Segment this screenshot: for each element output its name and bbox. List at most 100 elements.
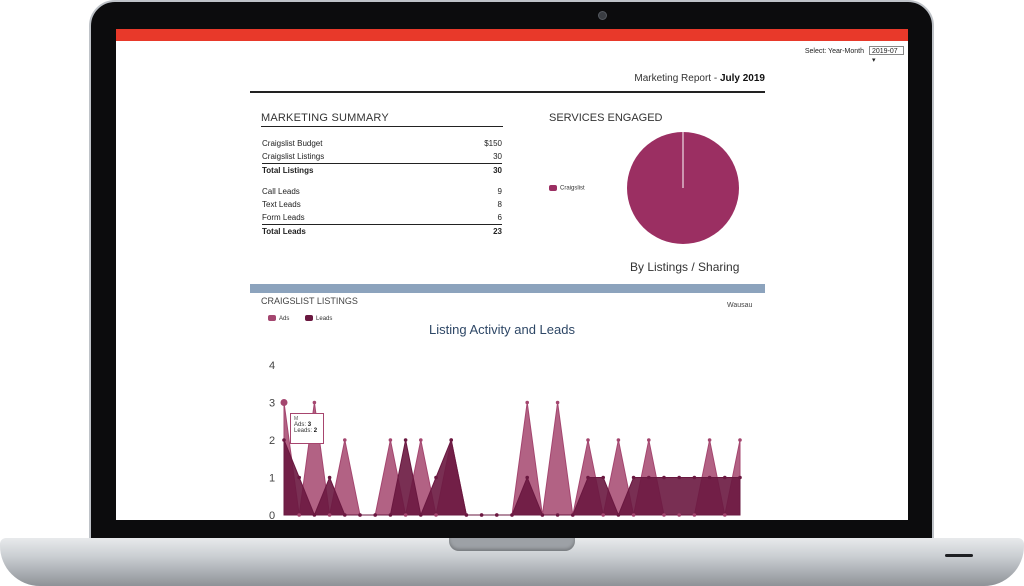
data-point-ads[interactable] — [647, 438, 651, 442]
data-point-ads[interactable] — [707, 438, 712, 442]
data-point-ads[interactable] — [586, 438, 590, 442]
pie-caption: By Listings / Sharing — [630, 260, 740, 274]
data-point-ads[interactable] — [692, 513, 697, 517]
summary-value: 6 — [497, 213, 502, 222]
summary-value: 23 — [493, 227, 502, 236]
data-point-ads[interactable] — [662, 513, 666, 517]
data-point-ads[interactable] — [723, 513, 727, 517]
summary-label: Call Leads — [262, 187, 300, 196]
data-point-leads[interactable] — [631, 475, 636, 480]
data-point-leads[interactable] — [586, 475, 590, 480]
chart-legend: Ads Leads — [268, 315, 346, 322]
summary-row-total-leads: Total Leads 23 — [262, 227, 502, 239]
data-point-ads[interactable] — [601, 513, 605, 517]
data-point-leads[interactable] — [723, 475, 727, 480]
summary-row-total-listings: Total Listings 30 — [262, 166, 502, 178]
data-point-ads[interactable] — [677, 513, 681, 517]
data-point-leads[interactable] — [282, 438, 286, 442]
data-point-ads[interactable] — [616, 438, 621, 442]
data-point-leads[interactable] — [464, 513, 469, 517]
summary-value: 9 — [497, 187, 502, 196]
data-point-leads[interactable] — [403, 438, 408, 442]
data-point-leads[interactable] — [662, 475, 666, 480]
legend-swatch — [268, 315, 276, 321]
data-point-leads[interactable] — [358, 513, 362, 517]
report-title: Marketing Report - July 2019 — [250, 73, 765, 84]
data-point-ads[interactable] — [525, 400, 529, 405]
data-point-leads[interactable] — [540, 513, 545, 517]
data-point-ads[interactable] — [419, 438, 423, 442]
data-point-leads[interactable] — [312, 513, 317, 517]
services-engaged-heading: SERVICES ENGAGED — [549, 112, 663, 124]
data-point-leads[interactable] — [571, 513, 575, 517]
data-point-leads[interactable] — [388, 513, 393, 517]
data-point-leads[interactable] — [510, 513, 514, 517]
legend-swatch — [305, 315, 314, 321]
year-month-select[interactable]: 2019-07 ▾ — [869, 46, 904, 64]
divider — [262, 163, 502, 164]
legend-swatch — [549, 185, 557, 191]
summary-row-call-leads: Call Leads 9 — [262, 187, 502, 199]
y-tick-label: 2 — [269, 435, 275, 447]
divider — [250, 91, 765, 93]
data-point-leads[interactable] — [449, 438, 453, 442]
y-tick-label: 4 — [269, 360, 275, 372]
y-tick-label: 1 — [269, 473, 275, 485]
data-point-leads[interactable] — [677, 475, 681, 480]
legend-label-leads: Leads — [316, 315, 333, 322]
summary-row-text-leads: Text Leads 8 — [262, 200, 502, 212]
data-point-leads[interactable] — [555, 513, 560, 517]
data-point-leads[interactable] — [373, 513, 377, 517]
data-point-leads[interactable] — [434, 475, 438, 480]
pie-legend[interactable]: Craigslist — [549, 185, 585, 192]
data-point-ads[interactable] — [343, 438, 347, 442]
data-point-leads[interactable] — [327, 475, 332, 480]
marketing-summary-heading: MARKETING SUMMARY — [261, 112, 389, 124]
divider — [262, 224, 502, 225]
data-point-leads[interactable] — [647, 475, 651, 480]
data-point-leads[interactable] — [692, 475, 697, 480]
legend-item-ads[interactable]: Ads — [268, 315, 289, 322]
legend-item-leads[interactable]: Leads — [305, 315, 333, 322]
data-point-ads[interactable] — [738, 438, 742, 442]
listing-activity-chart: 01234MTWTFSSMTWTFSSMTWTFSSMTWTFSSMTW — [269, 360, 742, 520]
data-point-leads[interactable] — [525, 475, 529, 480]
year-month-label: Select: Year-Month — [804, 48, 864, 55]
data-point-ads[interactable] — [280, 399, 288, 406]
pie-legend-label: Craigslist — [560, 185, 585, 192]
data-point-leads[interactable] — [297, 475, 301, 480]
data-point-leads[interactable] — [495, 513, 499, 517]
data-point-ads[interactable] — [312, 400, 317, 405]
tooltip-leads-label: Leads: — [294, 428, 313, 434]
summary-value: $150 — [484, 139, 502, 148]
data-point-leads[interactable] — [419, 513, 423, 517]
section-bar — [250, 284, 765, 293]
data-point-leads[interactable] — [601, 475, 605, 480]
laptop-notch — [449, 538, 575, 551]
y-tick-label: 0 — [269, 510, 275, 520]
summary-row-craigslist-budget: Craigslist Budget $150 — [262, 139, 502, 151]
report-title-prefix: Marketing Report - — [634, 73, 720, 84]
data-point-leads[interactable] — [479, 513, 484, 517]
chart-tooltip: M Ads: 3 Leads: 2 — [290, 413, 324, 444]
data-point-ads[interactable] — [327, 513, 332, 517]
summary-label: Total Leads — [262, 227, 306, 236]
data-point-ads[interactable] — [403, 513, 408, 517]
data-point-leads[interactable] — [343, 513, 347, 517]
data-point-leads[interactable] — [616, 513, 621, 517]
status-led — [945, 554, 973, 557]
summary-label: Total Listings — [262, 166, 314, 175]
data-point-leads[interactable] — [707, 475, 712, 480]
data-point-ads[interactable] — [388, 438, 393, 442]
data-point-ads[interactable] — [297, 513, 301, 517]
services-pie-chart — [627, 132, 739, 244]
data-point-ads[interactable] — [555, 400, 560, 405]
tooltip-leads-value: 2 — [313, 428, 318, 434]
tooltip-leads: Leads: 2 — [294, 428, 320, 434]
webcam-icon — [598, 11, 607, 20]
data-point-ads[interactable] — [434, 513, 438, 517]
summary-label: Text Leads — [262, 200, 301, 209]
data-point-leads[interactable] — [738, 475, 742, 480]
y-tick-label: 3 — [269, 398, 275, 410]
data-point-ads[interactable] — [631, 513, 636, 517]
